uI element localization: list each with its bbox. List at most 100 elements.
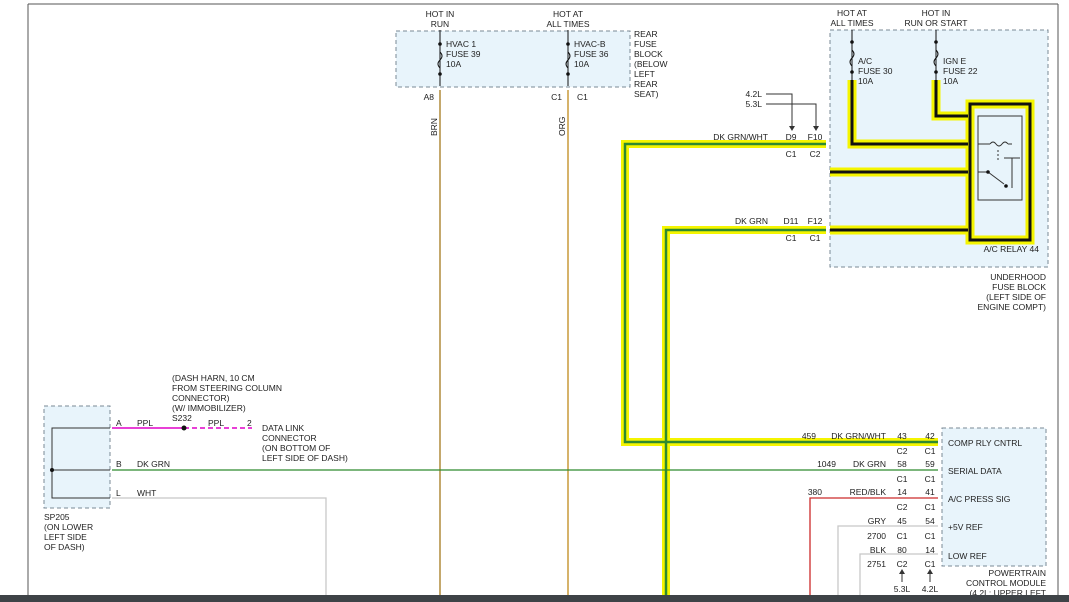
pcm-wire-1049: DK GRN (853, 459, 886, 469)
pcm-conn-1049-a: C1 (897, 474, 908, 484)
harness-note-3: CONNECTOR) (172, 393, 230, 403)
uh-conn2-conn-b: C1 (810, 233, 821, 243)
fuse-hvacb-amps: 10A (574, 59, 589, 69)
splice-pin-b: B (116, 459, 122, 469)
pcm-wire-380: RED/BLK (850, 487, 887, 497)
pin-a8: A8 (424, 92, 435, 102)
fuse-hvac1-name: HVAC 1 (446, 39, 476, 49)
uh-conn1-pin-b: F10 (808, 132, 823, 142)
pcm-conn-gry-b: C1 (925, 531, 936, 541)
rear-block-label-1: REAR (634, 29, 658, 39)
pcm-conn-459-a: C2 (897, 446, 908, 456)
fuse-igne-amps: 10A (943, 76, 958, 86)
uh-block-label-2: FUSE BLOCK (992, 282, 1046, 292)
fuse-igne-name: IGN E (943, 56, 966, 66)
pcm-variant-53l-arrowhead (899, 569, 905, 574)
uh-conn1-pin-a: D9 (786, 132, 797, 142)
pcm-conn-380-b: C1 (925, 502, 936, 512)
uh-conn2-conn-a: C1 (786, 233, 797, 243)
pcm-func-serial-data: SERIAL DATA (948, 466, 1002, 476)
pcm-conn-1049-b: C1 (925, 474, 936, 484)
splice-s232 (181, 425, 187, 431)
pcm-func-ac-press: A/C PRESS SIG (948, 494, 1010, 504)
uh-block-label-4: ENGINE COMPT) (978, 302, 1047, 312)
uh-block-label-1: UNDERHOOD (990, 272, 1046, 282)
rear-fuse2-power-l1: HOT AT (553, 9, 583, 19)
rear-block-label-7: SEAT) (634, 89, 659, 99)
rear-fuse2-power-l2: ALL TIMES (547, 19, 590, 29)
relay-label: A/C RELAY 44 (984, 244, 1040, 254)
fuse-hvacb-number: FUSE 36 (574, 49, 609, 59)
uh-fuse1-power-l2: ALL TIMES (831, 18, 874, 28)
harness-note-5: S232 (172, 413, 192, 423)
pcm-pin-45: 45 (897, 516, 907, 526)
fuse-ac-number: FUSE 30 (858, 66, 893, 76)
harness-note-4: (W/ IMMOBILIZER) (172, 403, 246, 413)
splice-location-1: (ON LOWER (44, 522, 93, 532)
variant-42l-arrow (766, 93, 793, 128)
pcm-circuit-1049: 1049 (817, 459, 836, 469)
pcm-conn-blk-b: C1 (925, 559, 936, 569)
uh-conn1-wire: DK GRN/WHT (713, 132, 768, 142)
pcm-pin-58: 58 (897, 459, 907, 469)
wire-label-dkgrn: DK GRN (137, 459, 170, 469)
rear-block-label-3: BLOCK (634, 49, 663, 59)
rear-block-label-6: REAR (634, 79, 658, 89)
pcm-pin-42: 42 (925, 431, 935, 441)
uh-fuse1-power-l1: HOT AT (837, 8, 867, 18)
fuse-hvac1-number: FUSE 39 (446, 49, 481, 59)
dlc-label-1: DATA LINK (262, 423, 305, 433)
uh-conn2-pin-a: D11 (784, 216, 799, 226)
wire-label-ppl-1: PPL (137, 418, 153, 428)
rear-block-label-2: FUSE (634, 39, 657, 49)
variant-42l-arrowhead (789, 126, 795, 131)
pcm-pin-54: 54 (925, 516, 935, 526)
rear-fuse1-power-l2: RUN (431, 19, 449, 29)
relay-contact-terminal (1004, 184, 1008, 188)
pcm-pin-41: 41 (925, 487, 935, 497)
wiring-diagram: HOT IN RUN HOT AT ALL TIMES HVAC 1 FUSE … (27, 3, 1059, 598)
pcm-func-comp-rly: COMP RLY CNTRL (948, 438, 1022, 448)
uh-conn2-wire: DK GRN (735, 216, 768, 226)
pcm-pin-59: 59 (925, 459, 935, 469)
fuse-hvacb-name: HVAC-B (574, 39, 606, 49)
pcm-variant-42l: 4.2L (922, 584, 939, 594)
fuse-igne-number: FUSE 22 (943, 66, 978, 76)
fuse-hvac1-amps: 10A (446, 59, 461, 69)
pcm-wire-gry: GRY (868, 516, 887, 526)
pcm-func-low-ref: LOW REF (948, 551, 987, 561)
dlc-pin: 2 (247, 418, 252, 428)
wire-wht (112, 497, 327, 596)
pin-c1-right: C1 (577, 92, 588, 102)
splice-location-3: OF DASH) (44, 542, 85, 552)
pcm-label-1: POWERTRAIN (989, 568, 1046, 578)
harness-note-2: FROM STEERING COLUMN (172, 383, 282, 393)
uh-block-label-3: (LEFT SIDE OF (986, 292, 1046, 302)
rear-block-label-4: (BELOW (634, 59, 668, 69)
rear-fuse1-power-l1: HOT IN (426, 9, 455, 19)
viewer-bottom-bar (0, 595, 1069, 602)
splice-node (50, 468, 54, 472)
pcm-circuit-459: 459 (802, 431, 816, 441)
fuse-ac-amps: 10A (858, 76, 873, 86)
dlc-label-2: CONNECTOR (262, 433, 317, 443)
pcm-func-5v-ref: +5V REF (948, 522, 983, 532)
pcm-pin-43: 43 (897, 431, 907, 441)
pcm-circuit-2700: 2700 (867, 531, 886, 541)
relay-contact-pivot (986, 170, 990, 174)
uh-fuse2-power-l2: RUN OR START (905, 18, 968, 28)
wire-label-wht: WHT (137, 488, 156, 498)
variant-53l-arrowhead (813, 126, 819, 131)
splice-pin-a: A (116, 418, 122, 428)
pcm-variant-53l: 5.3L (894, 584, 911, 594)
uh-conn2-pin-b: F12 (808, 216, 823, 226)
variant-53l: 5.3L (745, 99, 762, 109)
pcm-conn-459-b: C1 (925, 446, 936, 456)
pcm-pin-14a: 14 (897, 487, 907, 497)
dlc-label-4: LEFT SIDE OF DASH) (262, 453, 348, 463)
splice-location-2: LEFT SIDE (44, 532, 87, 542)
wire-label-ppl-2: PPL (208, 418, 224, 428)
uh-fuse2-power-l1: HOT IN (922, 8, 951, 18)
pcm-pin-80: 80 (897, 545, 907, 555)
pcm-conn-380-a: C2 (897, 502, 908, 512)
